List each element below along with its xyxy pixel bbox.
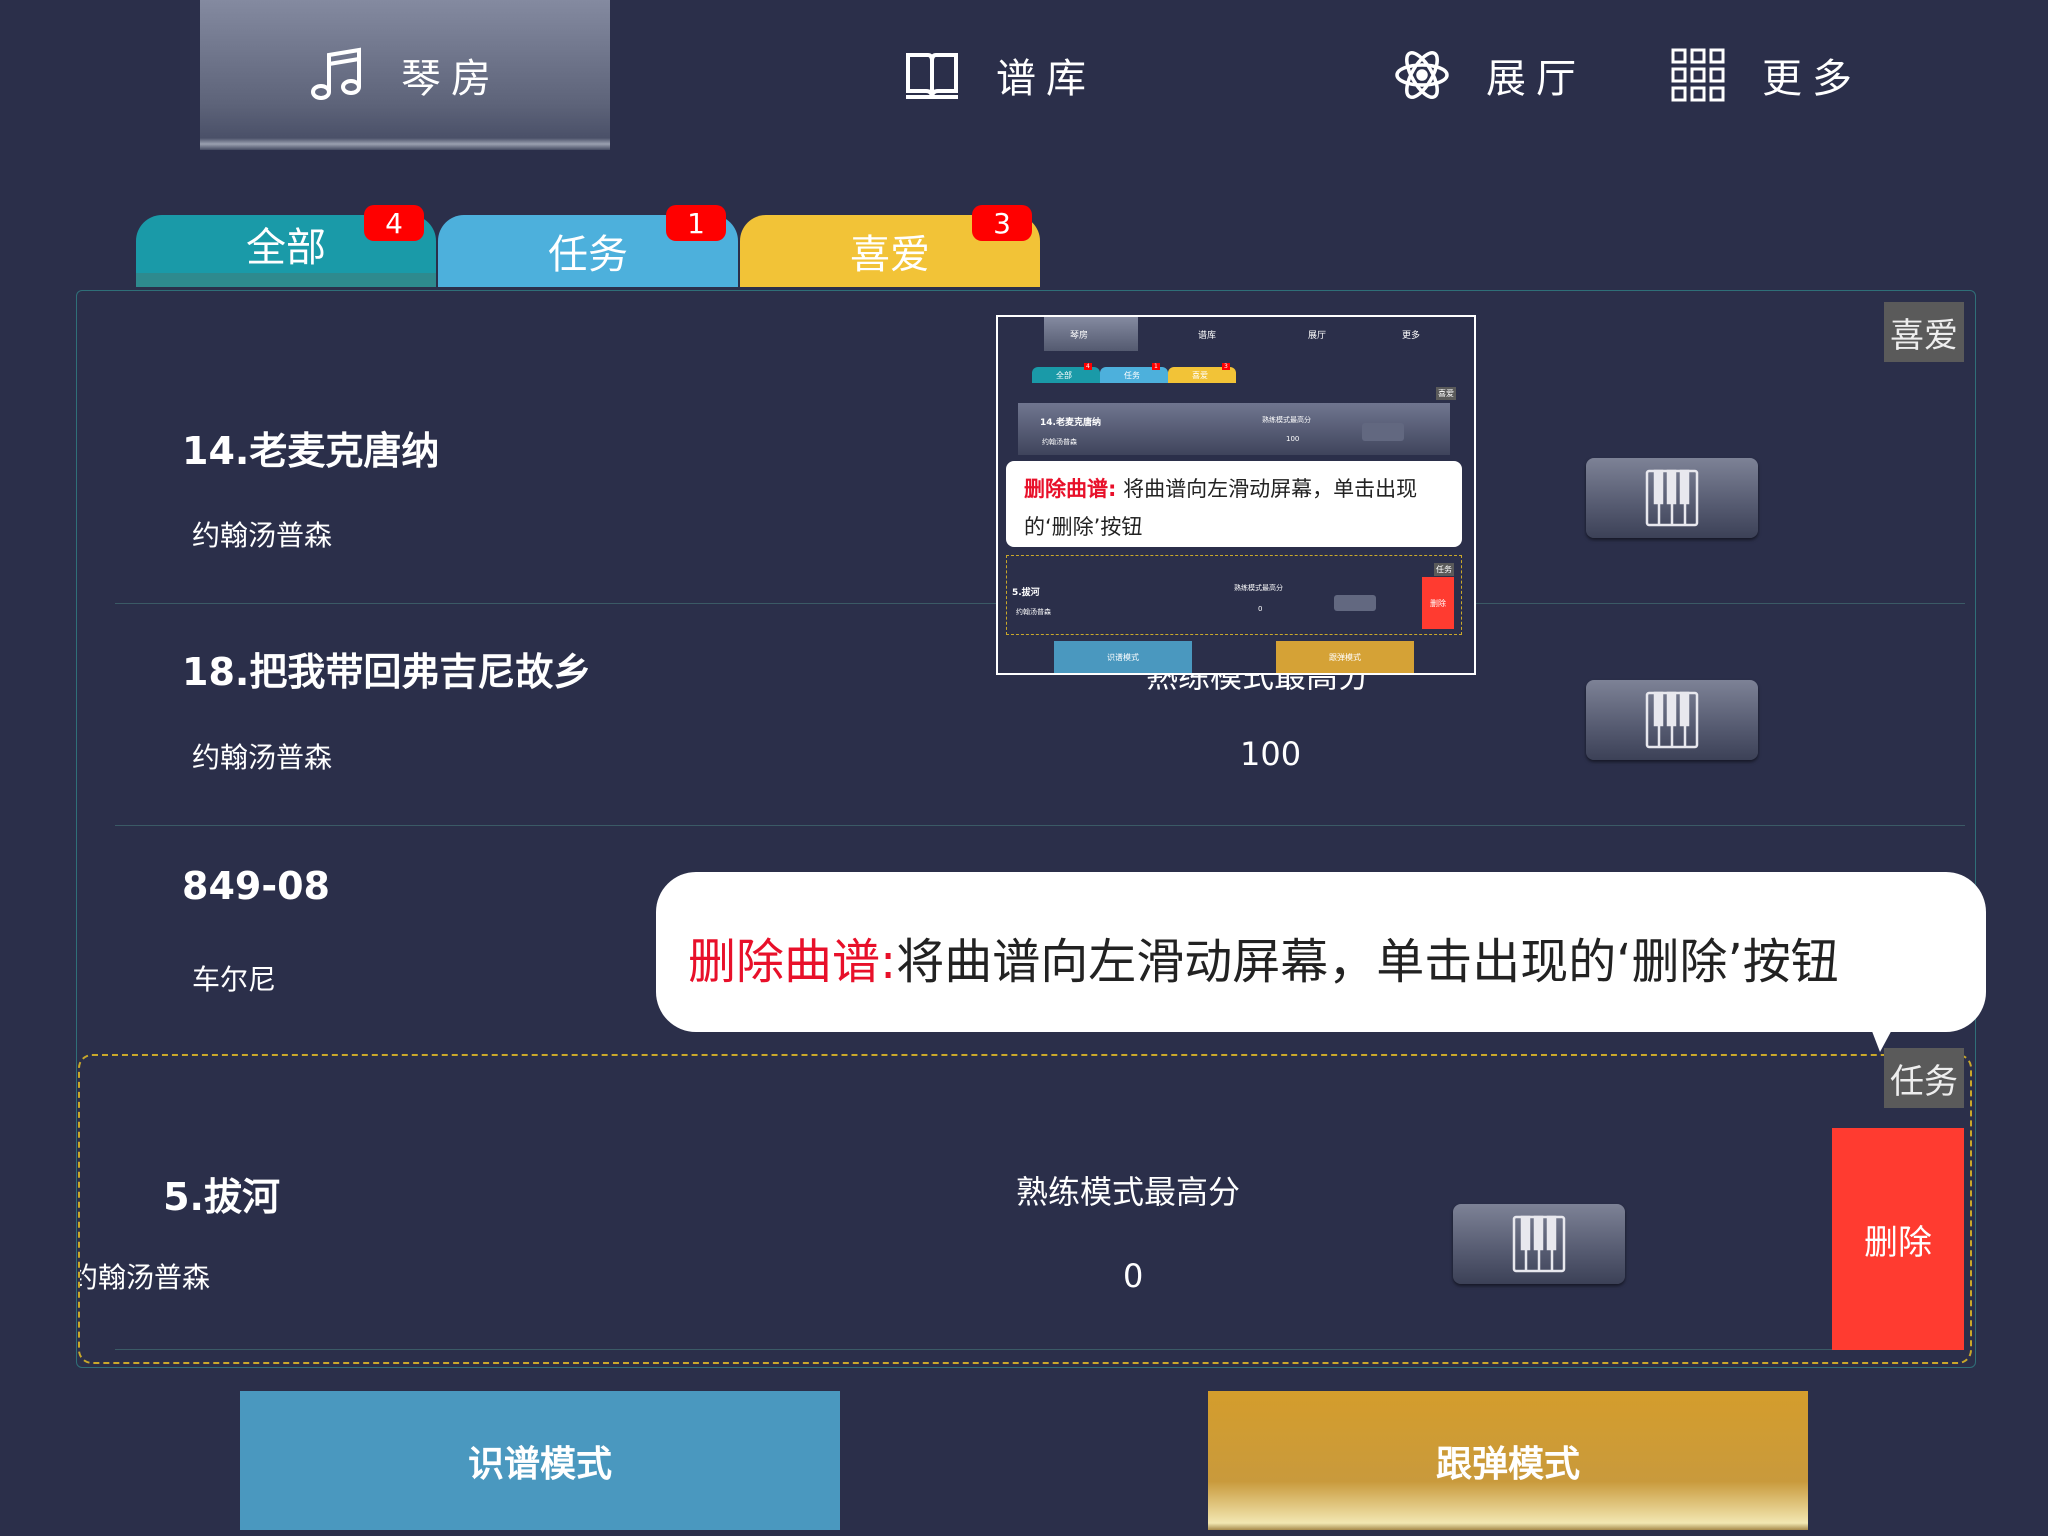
nav-label: 更多 — [1762, 56, 1858, 102]
composer-name: 约翰汤普森 — [192, 741, 333, 774]
tip-text: 将曲谱向左滑动屏幕，单击出现的‘删除’按钮 — [896, 934, 1839, 990]
tab-label: 全部 — [246, 225, 326, 271]
mini-row-label: 熟练模式最高分 — [1262, 416, 1311, 424]
composer-name: 约翰汤普森 — [192, 519, 333, 552]
mini-mode-right: 跟弹模式 — [1276, 641, 1414, 673]
tab-label: 喜爱 — [850, 232, 930, 278]
mini-swiped-row — [1006, 555, 1462, 635]
mini-badge: 1 — [1152, 363, 1160, 370]
nav-item-piano-room[interactable]: 琴房 — [200, 0, 610, 150]
count-badge: 1 — [666, 205, 726, 241]
tab-all[interactable]: 全部 4 — [136, 205, 436, 287]
composer-name: 约翰汤普森 — [80, 1261, 210, 1294]
tip-title: 删除曲谱: — [688, 934, 897, 990]
nav-label: 谱库 — [996, 56, 1096, 102]
row-divider — [115, 825, 1965, 826]
practice-button[interactable] — [1586, 680, 1758, 760]
mini-tag: 任务 — [1434, 563, 1454, 576]
mini-tab-label: 喜爱 — [1192, 371, 1208, 380]
piano-keys-icon — [1512, 1215, 1566, 1273]
mini-practice-button — [1334, 595, 1376, 611]
tab-task[interactable]: 任务 1 — [438, 205, 738, 287]
mini-tooltip-text: 将曲谱向左滑动屏幕，单击出现 — [1116, 477, 1418, 501]
composer-clip: 约翰汤普森 — [80, 1256, 210, 1300]
mini-row-title: 14.老麦克唐纳 — [1040, 418, 1101, 428]
piano-keys-icon — [1645, 469, 1699, 527]
mini-badge: 4 — [1084, 363, 1092, 370]
mini-mode-left: 识谱模式 — [1054, 641, 1192, 673]
follow-play-mode-button[interactable]: 跟弹模式 — [1208, 1391, 1808, 1530]
high-score: 0 — [1123, 1257, 1144, 1295]
nav-label: 展厅 — [1486, 56, 1586, 102]
count-badge: 3 — [972, 205, 1032, 241]
delete-button[interactable]: 删除 — [1832, 1128, 1964, 1350]
nav-item-more[interactable]: 更多 — [1640, 0, 2048, 150]
mini-tooltip-line1: 删除曲谱: 将曲谱向左滑动屏幕，单击出现 — [1024, 473, 1417, 503]
piano-keys-icon — [1645, 691, 1699, 749]
mini-row-label: 熟练模式最高分 — [1234, 584, 1283, 592]
mini-tooltip-title: 删除曲谱: — [1024, 477, 1117, 501]
tip-pointer — [1870, 1026, 1894, 1052]
music-note-icon — [311, 47, 361, 100]
tab-label: 任务 — [548, 232, 628, 278]
practice-button[interactable] — [1586, 458, 1758, 538]
score-title: 5.拔河 — [163, 1175, 280, 1219]
tutorial-preview: 琴房 谱库 展厅 更多 全部 任务 喜爱 4 1 3 喜爱 14.老麦克唐纳 约… — [996, 315, 1476, 675]
row-divider — [115, 1349, 1832, 1350]
atom-icon — [1395, 51, 1449, 99]
mini-delete: 删除 — [1422, 577, 1454, 629]
tip-text-line: 删除曲谱:将曲谱向左滑动屏幕，单击出现的‘删除’按钮 — [688, 922, 1839, 992]
mini-tab-label: 任务 — [1124, 371, 1140, 380]
favorite-tag: 喜爱 — [1884, 302, 1964, 362]
mini-row-composer: 约翰汤普森 — [1042, 438, 1077, 446]
practice-button[interactable] — [1453, 1204, 1625, 1284]
tab-favorite[interactable]: 喜爱 3 — [740, 205, 1040, 287]
count-badge: 4 — [364, 205, 424, 241]
mini-row-title: 5.拔河 — [1012, 588, 1040, 598]
book-icon — [906, 53, 958, 99]
score-title: 18.把我带回弗吉尼故乡 — [182, 650, 592, 694]
sight-reading-mode-button[interactable]: 识谱模式 — [240, 1391, 840, 1530]
mini-row-composer: 约翰汤普森 — [1016, 608, 1051, 616]
nav-item-library[interactable]: 谱库 — [780, 0, 1220, 150]
mini-tooltip: 删除曲谱: 将曲谱向左滑动屏幕，单击出现 的‘删除’按钮 — [1006, 461, 1462, 547]
title-clip: 5.拔河 — [80, 1160, 280, 1220]
task-tag: 任务 — [1884, 1048, 1964, 1108]
score-title: 14.老麦克唐纳 — [182, 429, 440, 473]
mini-practice-button — [1362, 423, 1404, 441]
delete-tip-bubble: 删除曲谱:将曲谱向左滑动屏幕，单击出现的‘删除’按钮 — [656, 872, 1986, 1032]
nav-label: 琴房 — [401, 56, 501, 102]
mini-nav-label: 更多 — [1402, 331, 1421, 341]
composer-name: 车尔尼 — [192, 963, 277, 996]
high-score: 100 — [1240, 735, 1302, 773]
grid-icon — [1671, 48, 1725, 102]
mini-tooltip-line2: 的‘删除’按钮 — [1024, 515, 1143, 539]
mini-badge: 3 — [1222, 363, 1230, 370]
mini-nav-active — [1044, 317, 1138, 351]
mini-nav-label: 谱库 — [1198, 331, 1217, 341]
mini-row-score: 100 — [1286, 435, 1300, 443]
mini-tag: 喜爱 — [1436, 387, 1456, 400]
mini-nav-label: 展厅 — [1308, 331, 1327, 341]
mini-row-score: 0 — [1258, 605, 1263, 613]
mini-tab-label: 全部 — [1056, 371, 1072, 380]
score-title: 849-08 — [182, 864, 330, 908]
mini-nav-label: 琴房 — [1070, 331, 1089, 341]
score-label: 熟练模式最高分 — [1016, 1173, 1241, 1211]
